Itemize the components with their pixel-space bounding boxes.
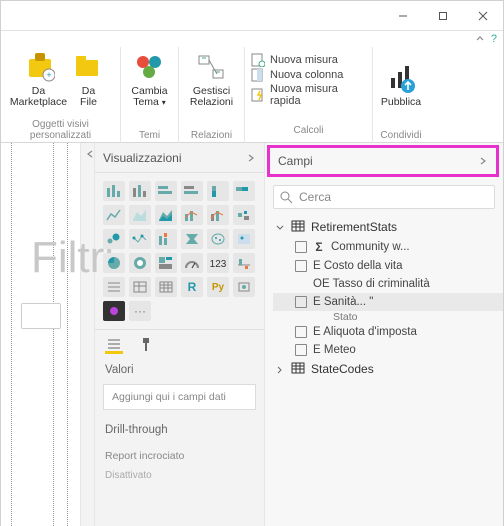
svg-text:123: 123 <box>210 259 226 270</box>
field-item[interactable]: E Aliquota d'imposta <box>295 323 499 341</box>
viz-tile[interactable] <box>207 229 229 249</box>
field-item[interactable]: E Sanità... " <box>273 293 503 311</box>
cross-report-toggle-off[interactable]: Disattivato <box>95 466 264 485</box>
expand-fields-icon[interactable] <box>478 156 488 166</box>
ribbon: + Da Marketplace Da File Oggetti visivi … <box>1 47 503 143</box>
file-visual-button[interactable]: Da File <box>70 52 108 109</box>
table-icon <box>291 362 305 376</box>
values-section-label: Valori <box>95 360 264 380</box>
ribbon-collapse-icon[interactable] <box>475 34 485 44</box>
table-icon <box>291 220 305 234</box>
expand-viz-icon[interactable] <box>246 153 256 163</box>
viz-tile[interactable] <box>103 229 125 249</box>
window-close-button[interactable] <box>463 1 503 31</box>
field-item[interactable]: E Costo della vita <box>295 257 499 275</box>
ribbon-group-visuals-label: Oggetti visivi personalizzati <box>7 119 114 143</box>
field-item[interactable]: Σ Community w... <box>295 237 499 257</box>
window-maximize-button[interactable] <box>423 1 463 31</box>
viz-tile[interactable] <box>233 181 255 201</box>
viz-tile[interactable] <box>233 277 255 297</box>
fields-tab-icon[interactable] <box>105 336 123 354</box>
viz-tile[interactable] <box>181 229 203 249</box>
viz-tile[interactable] <box>181 253 203 273</box>
field-item[interactable]: E Meteo <box>295 341 499 359</box>
new-column-button[interactable]: Nuova colonna <box>251 68 371 82</box>
filter-floating-tab[interactable] <box>21 303 61 329</box>
viz-tile-py[interactable]: Py <box>207 277 229 297</box>
table-node[interactable]: RetirementStats <box>273 217 499 237</box>
field-sub-label: Stato <box>295 311 499 323</box>
viz-tile[interactable] <box>233 253 255 273</box>
fields-pane-title: Campi <box>278 154 313 168</box>
svg-text:+: + <box>46 70 51 80</box>
viz-tile[interactable] <box>155 205 177 225</box>
viz-tile[interactable] <box>155 229 177 249</box>
field-label: E Aliquota d'imposta <box>313 326 417 338</box>
viz-tile[interactable] <box>155 277 177 297</box>
viz-type-grid: 123 R Py ··· <box>95 173 264 329</box>
viz-tile[interactable] <box>207 181 229 201</box>
field-label: E Costo della vita <box>313 260 403 272</box>
viz-tile[interactable] <box>129 277 151 297</box>
publish-button[interactable]: Pubblica <box>377 63 425 109</box>
viz-tile[interactable] <box>155 181 177 201</box>
field-checkbox[interactable] <box>295 326 307 338</box>
field-checkbox[interactable] <box>295 241 307 253</box>
ribbon-group-publish-label: Condividi <box>380 130 421 143</box>
viz-tile[interactable]: 123 <box>207 253 229 273</box>
viz-tile[interactable] <box>103 253 125 273</box>
field-checkbox[interactable] <box>295 296 307 308</box>
viz-tile[interactable] <box>207 205 229 225</box>
fields-pane-header-highlighted[interactable]: Campi <box>267 145 499 177</box>
window-minimize-button[interactable] <box>383 1 423 31</box>
format-tab-icon[interactable] <box>137 336 155 354</box>
viz-tile[interactable] <box>181 181 203 201</box>
field-checkbox[interactable] <box>295 260 307 272</box>
viz-tile[interactable] <box>129 205 151 225</box>
manage-relations-button[interactable]: Gestisci Relazioni <box>184 52 240 109</box>
viz-tile[interactable] <box>129 253 151 273</box>
viz-tile[interactable] <box>181 205 203 225</box>
viz-tile[interactable] <box>155 253 177 273</box>
viz-tile[interactable] <box>129 229 151 249</box>
viz-tile[interactable] <box>103 181 125 201</box>
report-canvas[interactable] <box>1 143 81 526</box>
viz-tile[interactable] <box>233 229 255 249</box>
viz-tile-r[interactable]: R <box>181 277 203 297</box>
viz-tile-custom[interactable] <box>103 301 125 321</box>
field-checkbox[interactable] <box>295 344 307 356</box>
field-item[interactable]: OE Tasso di criminalità <box>295 275 499 293</box>
search-icon <box>280 191 293 204</box>
viz-tile[interactable] <box>129 181 151 201</box>
new-quick-measure-button[interactable]: Nuova misura rapida <box>251 83 371 107</box>
table-name: RetirementStats <box>311 220 397 234</box>
table-node[interactable]: StateCodes <box>273 359 499 379</box>
viz-pane-title: Visualizzazioni <box>103 151 182 165</box>
table-name: StateCodes <box>311 362 374 376</box>
sigma-icon: Σ <box>313 240 325 254</box>
drillthrough-section-label: Drill-through <box>95 420 264 440</box>
new-measure-button[interactable]: Nuova misura <box>251 53 371 67</box>
collapse-viz-pane-icon[interactable] <box>81 143 95 159</box>
help-icon[interactable]: ? <box>491 33 497 45</box>
field-label: E Sanità... " <box>313 296 373 308</box>
marketplace-visual-button[interactable]: + Da Marketplace <box>14 52 64 109</box>
ribbon-group-relations-label: Relazioni <box>191 130 232 143</box>
visualizations-pane: Visualizzazioni Filtri <box>95 143 265 526</box>
field-label: Community w... <box>331 241 410 253</box>
viz-tile[interactable] <box>103 205 125 225</box>
fields-search-input[interactable]: Cerca <box>273 185 495 209</box>
cross-report-label: Report incrociato <box>95 446 264 466</box>
switch-theme-button[interactable]: Cambia Tema ▾ <box>126 52 174 109</box>
ribbon-group-calc-label: Calcoli <box>293 125 323 138</box>
fields-pane: Campi Cerca RetirementStats Σ Community w.… <box>265 143 503 526</box>
viz-tile[interactable] <box>103 277 125 297</box>
field-label: E Meteo <box>313 344 356 356</box>
values-field-well[interactable]: Aggiungi qui i campi dati <box>103 384 256 410</box>
search-placeholder: Cerca <box>299 190 331 204</box>
field-label: OE Tasso di criminalità <box>313 278 430 290</box>
ribbon-group-themes-label: Temi <box>139 130 160 143</box>
viz-tile-more[interactable]: ··· <box>129 301 151 321</box>
viz-tile[interactable] <box>233 205 255 225</box>
